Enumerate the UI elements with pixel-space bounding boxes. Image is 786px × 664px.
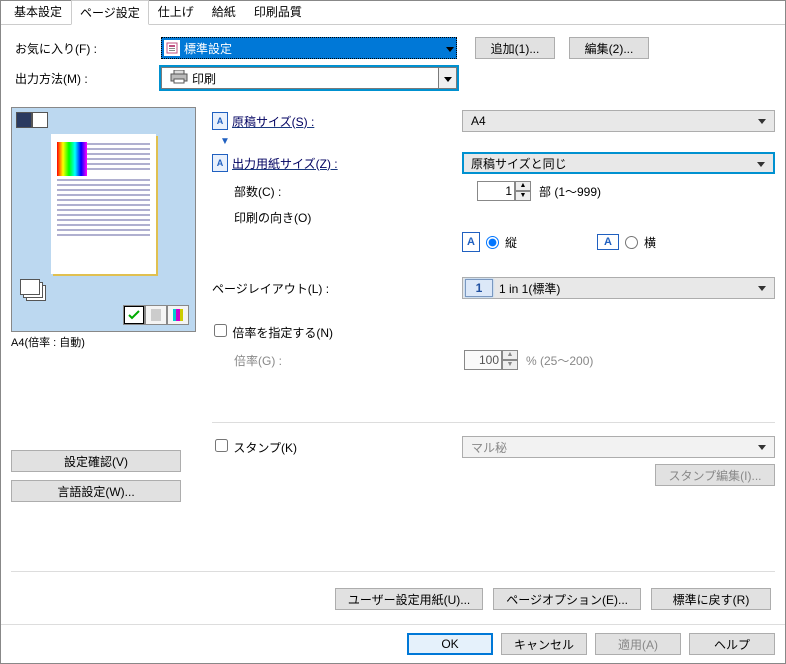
confirm-settings-button[interactable]: 設定確認(V) xyxy=(11,450,181,472)
tab-basic[interactable]: 基本設定 xyxy=(5,0,71,24)
language-settings-button[interactable]: 言語設定(W)... xyxy=(11,480,181,502)
scale-spinner: ▲ ▼ xyxy=(464,350,518,370)
tab-strip: 基本設定 ページ設定 仕上げ 給紙 印刷品質 xyxy=(1,1,785,25)
copies-label: 部数(C) : xyxy=(234,183,281,200)
portrait-icon: A xyxy=(462,232,480,252)
layout-value: 1 in 1(標準) xyxy=(499,280,560,297)
apply-button: 適用(A) xyxy=(595,633,681,655)
chevron-down-icon xyxy=(446,41,454,55)
color-mode-color-icon[interactable] xyxy=(167,305,189,325)
preview-pane xyxy=(11,107,196,332)
user-paper-button[interactable]: ユーザー設定用紙(U)... xyxy=(335,588,483,610)
output-size-label[interactable]: 出力用紙サイズ(Z) : xyxy=(232,155,338,172)
copies-hint: 部 (1～999) xyxy=(539,183,601,200)
scale-hint: % (25～200) xyxy=(526,352,593,369)
favorites-add-button[interactable]: 追加(1)... xyxy=(475,37,555,59)
favorites-label: お気に入り(F) : xyxy=(11,40,161,57)
page-size-dropdown[interactable]: A4 xyxy=(462,110,775,132)
landscape-icon: A xyxy=(597,234,619,250)
tab-print-quality[interactable]: 印刷品質 xyxy=(245,0,311,24)
page-size-label[interactable]: 原稿サイズ(S) : xyxy=(232,113,314,130)
portrait-radio[interactable] xyxy=(486,236,499,249)
scale-checkbox-label: 倍率を指定する(N) xyxy=(232,326,333,340)
scale-checkbox[interactable] xyxy=(214,324,227,337)
chevron-down-icon xyxy=(438,68,456,88)
stamp-edit-button: スタンプ編集(I)... xyxy=(655,464,775,486)
page-size-value: A4 xyxy=(471,114,486,128)
ok-button[interactable]: OK xyxy=(407,633,493,655)
arrow-down-icon: ▼ xyxy=(220,136,230,147)
tab-paper-feed[interactable]: 給紙 xyxy=(203,0,245,24)
spin-up-icon: ▲ xyxy=(502,350,518,360)
restore-defaults-button[interactable]: 標準に戻す(R) xyxy=(651,588,771,610)
orientation-label: 印刷の向き(O) xyxy=(234,209,775,226)
stamp-checkbox-row[interactable]: スタンプ(K) xyxy=(213,439,462,456)
favorites-dropdown[interactable]: 標準設定 xyxy=(161,37,457,59)
orientation-landscape[interactable]: A 横 xyxy=(597,232,656,252)
copies-input[interactable] xyxy=(477,181,515,201)
output-size-icon: A xyxy=(212,154,228,172)
preview-page xyxy=(51,134,156,274)
color-mode-gray-icon[interactable] xyxy=(145,305,167,325)
page-size-icon: A xyxy=(212,112,228,130)
layout-icon: 1 xyxy=(465,279,493,297)
stamp-checkbox-label: スタンプ(K) xyxy=(233,441,297,455)
spin-down-icon[interactable]: ▼ xyxy=(515,191,531,201)
output-method-value: 印刷 xyxy=(192,70,216,87)
copies-spinner[interactable]: ▲ ▼ xyxy=(477,181,531,201)
layout-label: ページレイアウト(L) : xyxy=(212,280,329,297)
tab-finishing[interactable]: 仕上げ xyxy=(149,0,203,24)
preview-caption: A4(倍率 : 自動) xyxy=(11,334,196,350)
page-stack-icon xyxy=(20,279,48,301)
favorites-edit-button[interactable]: 編集(2)... xyxy=(569,37,649,59)
output-method-label: 出力方法(M) : xyxy=(11,70,161,87)
preview-layout-icon xyxy=(32,112,48,128)
scale-label: 倍率(G) : xyxy=(234,352,282,369)
preview-layout-icon xyxy=(16,112,32,128)
portrait-label: 縦 xyxy=(505,234,517,251)
spin-up-icon[interactable]: ▲ xyxy=(515,181,531,191)
stamp-checkbox[interactable] xyxy=(215,439,228,452)
favorites-preset-icon xyxy=(164,40,180,56)
scale-input xyxy=(464,350,502,370)
color-mode-check-icon[interactable] xyxy=(123,305,145,325)
tab-page-setup[interactable]: ページ設定 xyxy=(71,0,149,25)
stamp-dropdown: マル秘 xyxy=(462,436,775,458)
printer-icon xyxy=(166,70,192,87)
orientation-portrait[interactable]: A 縦 xyxy=(462,232,517,252)
landscape-radio[interactable] xyxy=(625,236,638,249)
stamp-value: マル秘 xyxy=(471,439,507,456)
cancel-button[interactable]: キャンセル xyxy=(501,633,587,655)
help-button[interactable]: ヘルプ xyxy=(689,633,775,655)
output-method-dropdown[interactable]: 印刷 xyxy=(161,67,457,89)
output-size-value: 原稿サイズと同じ xyxy=(471,155,567,172)
page-options-button[interactable]: ページオプション(E)... xyxy=(493,588,641,610)
output-size-dropdown[interactable]: 原稿サイズと同じ xyxy=(462,152,775,174)
preview-image-thumb xyxy=(57,142,87,176)
landscape-label: 横 xyxy=(644,234,656,251)
favorites-value: 標準設定 xyxy=(184,40,446,57)
scale-checkbox-row[interactable]: 倍率を指定する(N) xyxy=(212,324,333,341)
layout-dropdown[interactable]: 1 1 in 1(標準) xyxy=(462,277,775,299)
spin-down-icon: ▼ xyxy=(502,360,518,370)
